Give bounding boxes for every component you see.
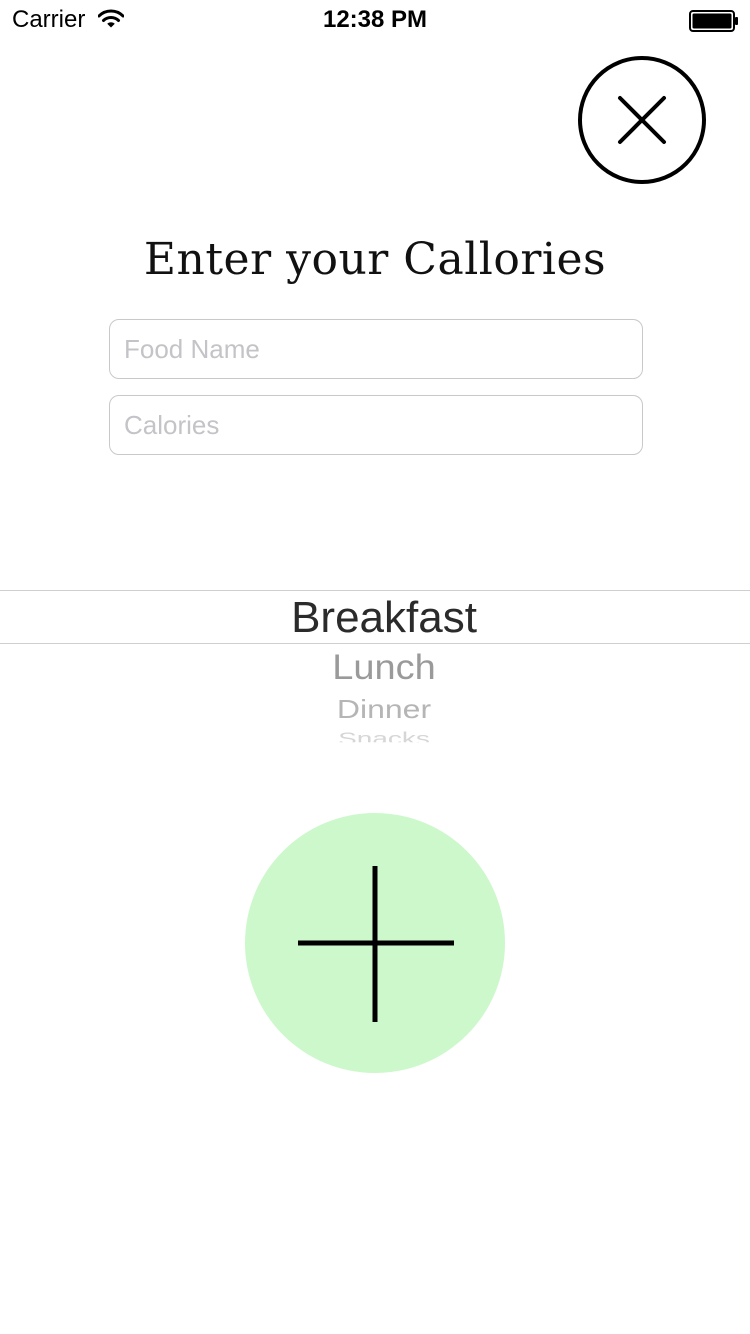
calories-field[interactable] [109,395,643,455]
picker-selection-top-line [0,590,750,591]
page-title: Enter your Callories [143,234,607,285]
close-button[interactable] [578,56,706,184]
close-icon [618,96,666,144]
picker-option-snacks[interactable]: Snacks [0,730,750,742]
meal-picker[interactable]: Breakfast Lunch Dinner Snacks [0,560,750,760]
status-time: 12:38 PM [322,6,428,33]
plus-icon [298,866,454,1022]
battery-icon [689,10,738,32]
add-button[interactable] [245,813,505,1073]
picker-option-dinner[interactable]: Dinner [0,695,750,723]
food-name-field[interactable] [109,319,643,379]
status-bar: Carrier 12:38 PM [0,0,750,40]
picker-selection-bottom-line [0,643,750,644]
picker-option-breakfast[interactable]: Breakfast [0,594,750,642]
picker-option-lunch[interactable]: Lunch [0,650,750,687]
